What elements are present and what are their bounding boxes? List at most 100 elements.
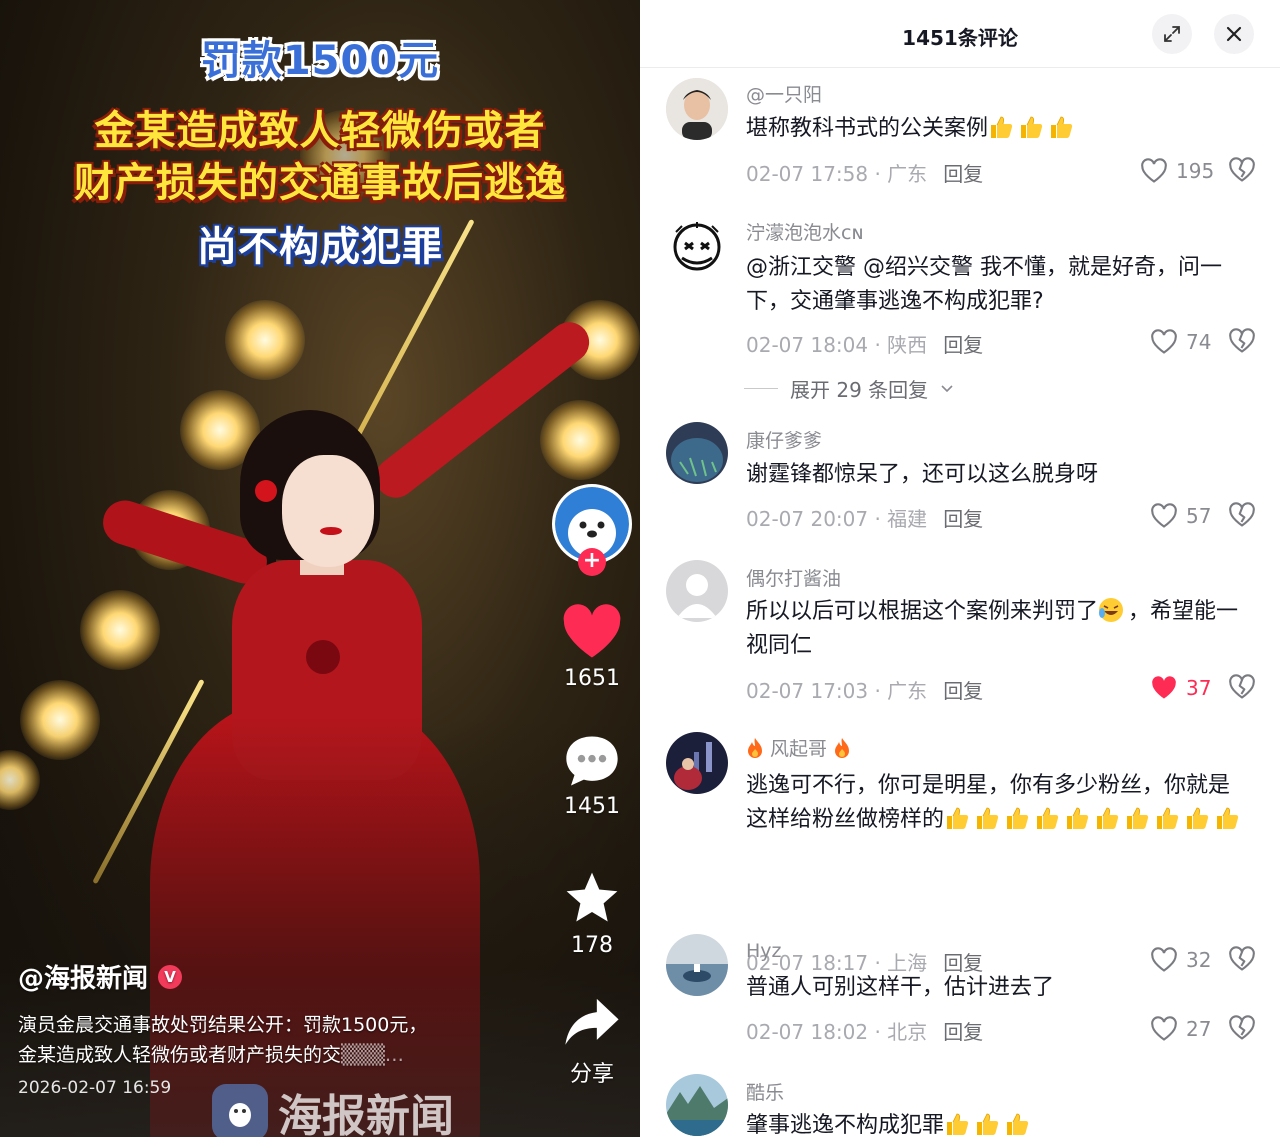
stage-light: [225, 300, 305, 380]
comment-text: @浙江交警 @绍兴交警 我不懂，就是好奇，问一下，交通肇事逃逸不构成犯罪?: [746, 255, 1222, 314]
divider: [744, 388, 778, 389]
comment-username[interactable]: 偶尔打酱油: [746, 564, 841, 591]
avatar[interactable]: [666, 934, 728, 996]
comment-button[interactable]: 1451: [552, 734, 632, 819]
comment-like-button[interactable]: 195: [1140, 158, 1214, 184]
broken-heart-icon: [1229, 674, 1255, 699]
thumbs-up-icon: [1051, 116, 1073, 138]
broken-heart-icon: [1229, 502, 1255, 527]
thumbs-up-icon: [1021, 116, 1043, 138]
avatar[interactable]: [666, 422, 728, 484]
reply-button[interactable]: 回复: [943, 507, 983, 531]
fire-icon: [748, 738, 762, 758]
favorite-button[interactable]: 178: [552, 869, 632, 958]
comment-time: 02-07 18:02 · 北京: [746, 1020, 928, 1044]
comment-meta: 02-07 20:07 · 福建 回复: [746, 503, 983, 532]
share-button[interactable]: 分享: [552, 996, 632, 1088]
dancer-lips: [320, 527, 342, 535]
laughing-crying-emoji-icon: [1099, 598, 1124, 622]
dancer-rose: [306, 640, 340, 674]
expand-replies-button[interactable]: 展开 29 条回复: [744, 374, 954, 403]
dancer-face: [282, 455, 374, 567]
thumbs-up-icon: [1007, 807, 1029, 829]
hair-flower: [255, 480, 277, 502]
expand-icon: [1164, 26, 1180, 42]
video-date: 2026-02-07 16:59: [18, 1078, 172, 1098]
comment-username[interactable]: 康仔爹爹: [746, 426, 822, 453]
comment-like-count: 27: [1186, 1017, 1212, 1041]
comment-time: 02-07 18:04 · 陕西: [746, 333, 928, 357]
thumbs-up-icon: [944, 807, 1244, 832]
stage-light: [80, 590, 160, 670]
thumbs-up-icon: [1157, 807, 1179, 829]
comment-username[interactable]: 风起哥: [746, 734, 851, 761]
video-player[interactable]: 罚款1500元 金某造成致人轻微伤或者 财产损失的交通事故后逃逸 尚不构成犯罪 …: [0, 0, 640, 1137]
thumbs-up-icon: [1067, 807, 1089, 829]
broken-heart-icon: [1229, 328, 1255, 353]
comment-username[interactable]: 泞濛泡泡水ᴄɴ: [746, 218, 864, 245]
heart-outline-icon: [1151, 329, 1177, 354]
headline-conclusion: 尚不构成犯罪: [197, 224, 443, 270]
reply-button[interactable]: 回复: [943, 162, 983, 186]
comment-text: 普通人可别这样干，估计进去了: [746, 975, 1055, 1000]
thumbs-up-icon: [1127, 807, 1149, 829]
close-button[interactable]: [1214, 14, 1254, 54]
comment-like-button[interactable]: 32: [1150, 947, 1211, 973]
comment-text: 所以以后可以根据这个案例来判罚了 ，希望能一视同仁: [746, 598, 1239, 658]
comment-like-button[interactable]: 27: [1150, 1016, 1211, 1042]
comment-username[interactable]: 酷乐: [746, 1078, 784, 1105]
comment-text: 堪称教科书式的公关案例: [746, 112, 1246, 146]
heart-filled-icon: [1152, 676, 1176, 699]
dislike-button[interactable]: [1228, 157, 1256, 187]
dislike-button[interactable]: [1228, 1015, 1256, 1045]
dislike-button[interactable]: [1228, 502, 1256, 532]
thumbs-up-icon: [991, 116, 1013, 138]
comment-bubble-icon: [566, 736, 618, 786]
comment-like-button[interactable]: 74: [1150, 329, 1211, 355]
comment-username[interactable]: @一只阳: [746, 80, 822, 107]
thumbs-up-icon: [988, 116, 1078, 141]
heart-outline-icon: [1141, 158, 1167, 183]
bottom-gradient: [0, 717, 640, 1137]
thumbs-up-icon: [1007, 1113, 1029, 1135]
reply-button[interactable]: 回复: [943, 333, 983, 357]
comment-like-count: 74: [1186, 330, 1212, 354]
heart-outline-icon: [1151, 947, 1177, 972]
comment-like-count: 57: [1186, 504, 1212, 528]
video-author[interactable]: @海报新闻 V: [18, 958, 183, 995]
follow-button[interactable]: +: [578, 548, 606, 576]
expand-button[interactable]: [1152, 14, 1192, 54]
thumbs-up-icon: [1187, 807, 1209, 829]
comment-like-count: 32: [1186, 948, 1212, 972]
chevron-down-icon: [941, 384, 953, 392]
heart-outline-icon: [1151, 503, 1177, 528]
reply-button[interactable]: 回复: [943, 679, 983, 703]
headline-line: 财产损失的交通事故后逃逸: [74, 160, 566, 206]
comment-meta: 02-07 18:04 · 陕西 回复: [746, 329, 983, 358]
watermark-text: 海报新闻: [278, 1091, 454, 1137]
avatar[interactable]: [666, 560, 728, 622]
expand-replies-label: 展开 29 条回复: [790, 378, 929, 402]
avatar[interactable]: [666, 732, 728, 794]
avatar[interactable]: [666, 216, 728, 278]
comment-username[interactable]: Hyz: [746, 940, 782, 962]
comment-meta: 02-07 18:02 · 北京 回复: [746, 1016, 983, 1045]
avatar[interactable]: [666, 1074, 728, 1136]
dislike-button[interactable]: [1228, 328, 1256, 358]
verified-badge-icon: V: [158, 964, 183, 989]
close-icon: [1226, 26, 1242, 42]
comment-like-button[interactable]: 57: [1150, 503, 1211, 529]
stage-light: [540, 400, 620, 480]
dislike-button[interactable]: [1228, 674, 1256, 704]
headline-fine: 罚款1500元: [200, 38, 440, 84]
favorite-count: 178: [571, 933, 613, 958]
author-name[interactable]: @海报新闻: [18, 958, 148, 995]
comment-meta: 02-07 17:03 · 广东 回复: [746, 675, 983, 704]
heart-icon: [563, 604, 621, 658]
comment-like-button[interactable]: 37: [1150, 675, 1211, 701]
avatar[interactable]: [666, 78, 728, 140]
video-description[interactable]: 演员金晨交通事故处罚结果公开：罚款1500元， 金某造成致人轻微伤或者财产损失的…: [18, 1010, 488, 1070]
comment-like-count: 195: [1176, 159, 1215, 183]
like-button[interactable]: 1651: [552, 604, 632, 691]
reply-button[interactable]: 回复: [943, 1020, 983, 1044]
